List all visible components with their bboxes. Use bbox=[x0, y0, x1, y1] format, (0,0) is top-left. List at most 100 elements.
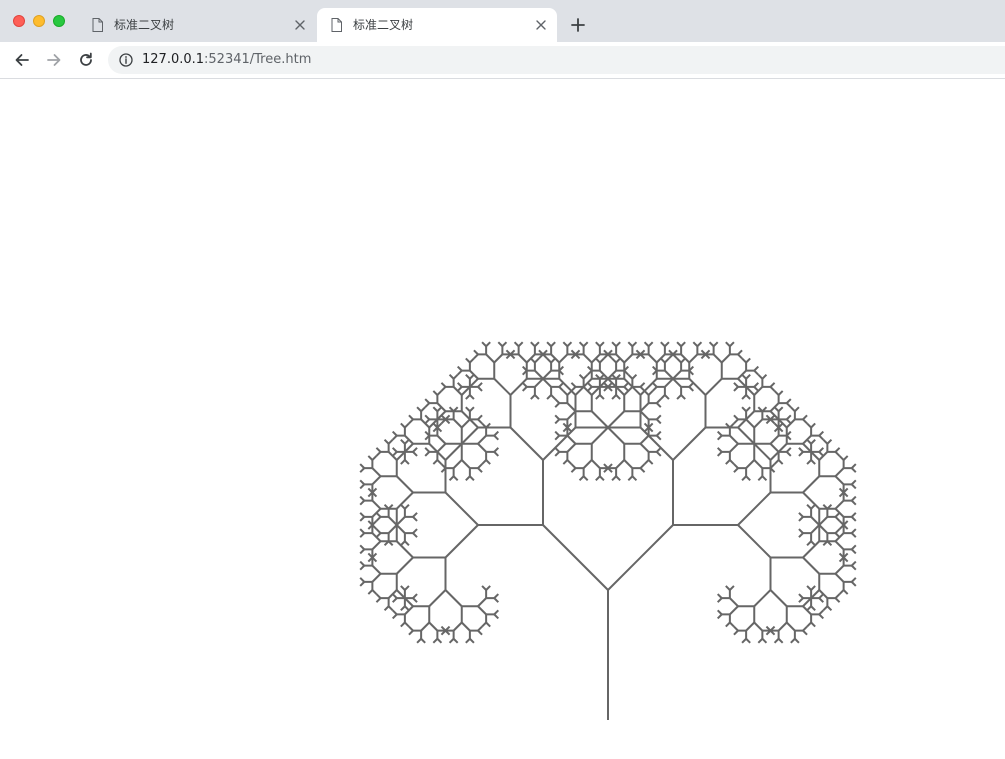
tree-branch bbox=[741, 394, 747, 400]
tree-branch bbox=[761, 373, 768, 380]
tree-branch bbox=[834, 573, 845, 583]
tab-inactive[interactable]: 标准二叉树 bbox=[78, 8, 316, 42]
tree-branch bbox=[802, 475, 820, 494]
tree-branch bbox=[359, 577, 365, 583]
tree-branch bbox=[448, 475, 455, 482]
tree-branch bbox=[509, 378, 528, 396]
tree-branch bbox=[566, 390, 573, 396]
tree-branch bbox=[404, 597, 414, 607]
tree-branch bbox=[851, 483, 857, 490]
tree-branch bbox=[461, 621, 471, 632]
close-icon[interactable] bbox=[535, 19, 547, 31]
tree-branch bbox=[396, 556, 414, 575]
window-close-button[interactable] bbox=[13, 15, 25, 27]
tree-branch bbox=[387, 516, 398, 526]
tree-branch bbox=[359, 463, 365, 469]
tree-branch bbox=[359, 544, 365, 551]
tree-branch bbox=[582, 373, 589, 380]
tree-branch bbox=[745, 357, 751, 364]
tree-branch bbox=[582, 353, 593, 364]
tree-branch bbox=[851, 467, 857, 473]
tree-branch bbox=[810, 503, 816, 510]
page-content bbox=[0, 79, 1005, 759]
tree-branch bbox=[725, 585, 731, 591]
tree-branch bbox=[359, 479, 365, 486]
tree-branch bbox=[716, 609, 723, 616]
tree-branch bbox=[440, 382, 447, 388]
tree-branch bbox=[485, 459, 491, 465]
tree-branch bbox=[359, 528, 365, 534]
close-icon[interactable] bbox=[294, 19, 306, 31]
tree-branch bbox=[591, 410, 609, 429]
tree-branch bbox=[786, 451, 792, 457]
tree-branch bbox=[615, 386, 625, 396]
tree-branch bbox=[753, 418, 764, 429]
tree-branch bbox=[725, 621, 731, 628]
new-tab-icon[interactable] bbox=[570, 17, 586, 33]
tree-branch bbox=[371, 467, 382, 477]
tree-branch bbox=[412, 597, 418, 603]
tree-branch bbox=[716, 597, 723, 603]
tree-branch bbox=[420, 621, 430, 632]
tree-branch bbox=[493, 434, 500, 441]
tree-branch bbox=[396, 524, 406, 534]
tree-branch bbox=[639, 426, 674, 461]
tree-branch bbox=[741, 475, 747, 482]
tree-branch bbox=[375, 528, 382, 534]
tree-branch bbox=[444, 524, 479, 559]
tree-branch bbox=[542, 378, 552, 388]
arrow-left-icon[interactable] bbox=[13, 51, 31, 69]
tree-branch bbox=[802, 629, 808, 636]
tree-branch bbox=[729, 443, 739, 453]
tree-branch bbox=[737, 353, 743, 360]
tree-branch bbox=[570, 463, 577, 469]
tree-branch bbox=[745, 638, 751, 644]
tree-branch bbox=[712, 353, 723, 364]
tree-branch bbox=[786, 621, 796, 632]
tree-branch bbox=[595, 394, 601, 400]
tree-branch bbox=[509, 426, 544, 461]
tree-branch bbox=[729, 597, 739, 607]
reload-icon[interactable] bbox=[77, 51, 95, 69]
window-minimize-button[interactable] bbox=[33, 15, 45, 27]
tree-branch bbox=[615, 341, 621, 347]
tree-branch bbox=[501, 341, 508, 347]
url-text[interactable]: 127.0.0.1:52341/Tree.htm bbox=[142, 52, 311, 68]
tree-branch bbox=[688, 386, 695, 392]
tree-branch bbox=[550, 341, 556, 347]
tree-branch bbox=[834, 467, 845, 477]
tree-branch bbox=[822, 605, 829, 612]
tree-branch bbox=[753, 369, 760, 376]
tree-branch bbox=[745, 418, 755, 429]
tree-branch bbox=[607, 410, 625, 429]
tree-branch bbox=[396, 475, 414, 494]
tree-branch bbox=[737, 426, 755, 445]
tree-branch bbox=[818, 516, 829, 526]
address-bar[interactable]: 127.0.0.1:52341/Tree.htm bbox=[108, 46, 1005, 74]
tab-title: 标准二叉树 bbox=[114, 18, 175, 32]
tab-active[interactable]: 标准二叉树 bbox=[317, 8, 557, 42]
tree-branch bbox=[818, 434, 825, 441]
info-icon[interactable] bbox=[119, 53, 133, 67]
tree-branch bbox=[851, 499, 857, 506]
tree-branch bbox=[826, 438, 833, 445]
tree-branch bbox=[521, 382, 528, 388]
tree-branch bbox=[558, 378, 577, 396]
tree-branch bbox=[465, 475, 471, 482]
arrow-right-icon[interactable] bbox=[45, 51, 63, 69]
tree-branch bbox=[818, 613, 825, 620]
tree-branch bbox=[810, 585, 816, 591]
tree-branch bbox=[834, 516, 841, 522]
tree-branch bbox=[647, 353, 658, 364]
tree-branch bbox=[753, 589, 772, 607]
tree-branch bbox=[842, 455, 849, 461]
tree-branch bbox=[424, 398, 430, 404]
tree-branch bbox=[753, 443, 772, 461]
tree-branch bbox=[391, 430, 398, 437]
window-zoom-button[interactable] bbox=[53, 15, 65, 27]
tree-branch bbox=[615, 459, 625, 469]
tree-branch bbox=[367, 589, 374, 595]
tree-branch bbox=[721, 353, 731, 364]
document-icon bbox=[92, 18, 103, 32]
tree-branch bbox=[477, 386, 483, 392]
